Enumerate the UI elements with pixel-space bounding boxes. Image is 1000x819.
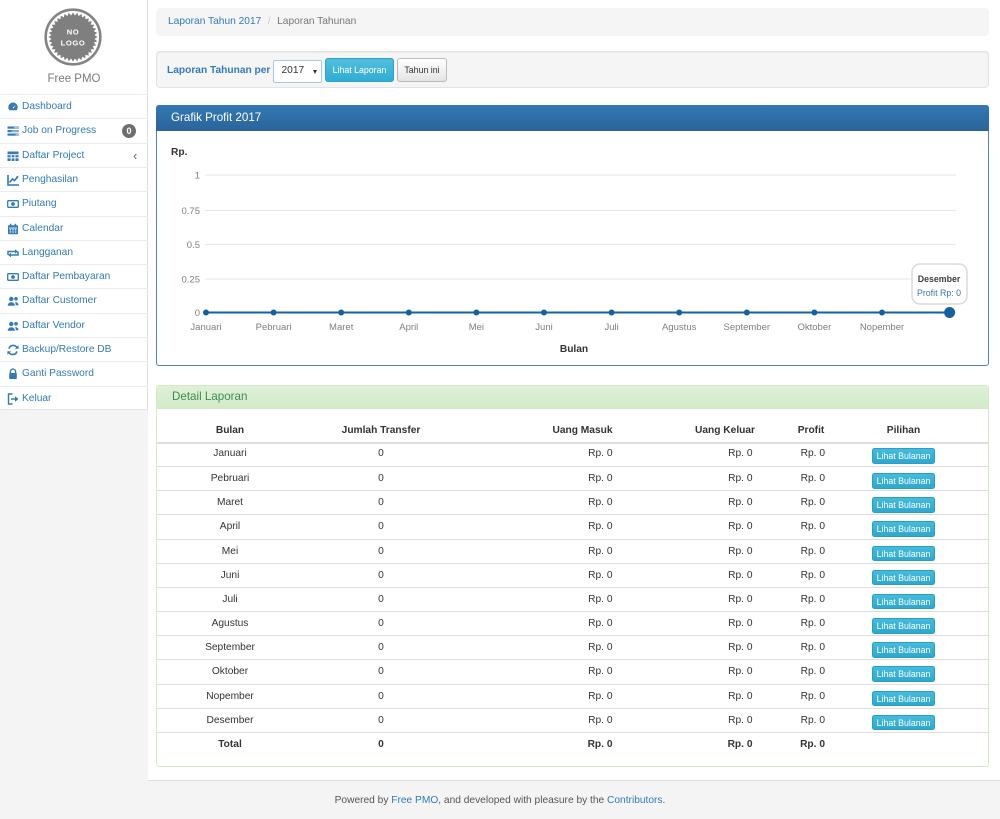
svg-text:Profit Rp: 0: Profit Rp: 0 bbox=[917, 288, 961, 298]
svg-text:0.75: 0.75 bbox=[182, 206, 201, 217]
svg-text:NO: NO bbox=[67, 28, 80, 37]
svg-text:September: September bbox=[724, 322, 770, 333]
svg-text:Agustus: Agustus bbox=[662, 322, 697, 333]
svg-text:Pebruari: Pebruari bbox=[256, 322, 292, 333]
svg-text:Mei: Mei bbox=[469, 322, 484, 333]
svg-text:Oktober: Oktober bbox=[798, 322, 832, 333]
svg-text:Januari: Januari bbox=[190, 322, 221, 333]
svg-text:Bulan: Bulan bbox=[560, 344, 588, 355]
svg-text:0.25: 0.25 bbox=[182, 275, 201, 286]
svg-text:Desember: Desember bbox=[918, 274, 961, 284]
svg-text:Juli: Juli bbox=[604, 322, 618, 333]
svg-text:Nopember: Nopember bbox=[860, 322, 904, 333]
svg-text:Rp.: Rp. bbox=[171, 147, 188, 158]
svg-text:April: April bbox=[399, 322, 418, 333]
svg-text:1: 1 bbox=[195, 171, 200, 182]
svg-text:LOGO: LOGO bbox=[61, 39, 86, 48]
svg-text:Maret: Maret bbox=[329, 322, 354, 333]
svg-text:0.5: 0.5 bbox=[187, 240, 200, 251]
svg-text:0: 0 bbox=[195, 308, 200, 319]
svg-text:Juni: Juni bbox=[535, 322, 552, 333]
